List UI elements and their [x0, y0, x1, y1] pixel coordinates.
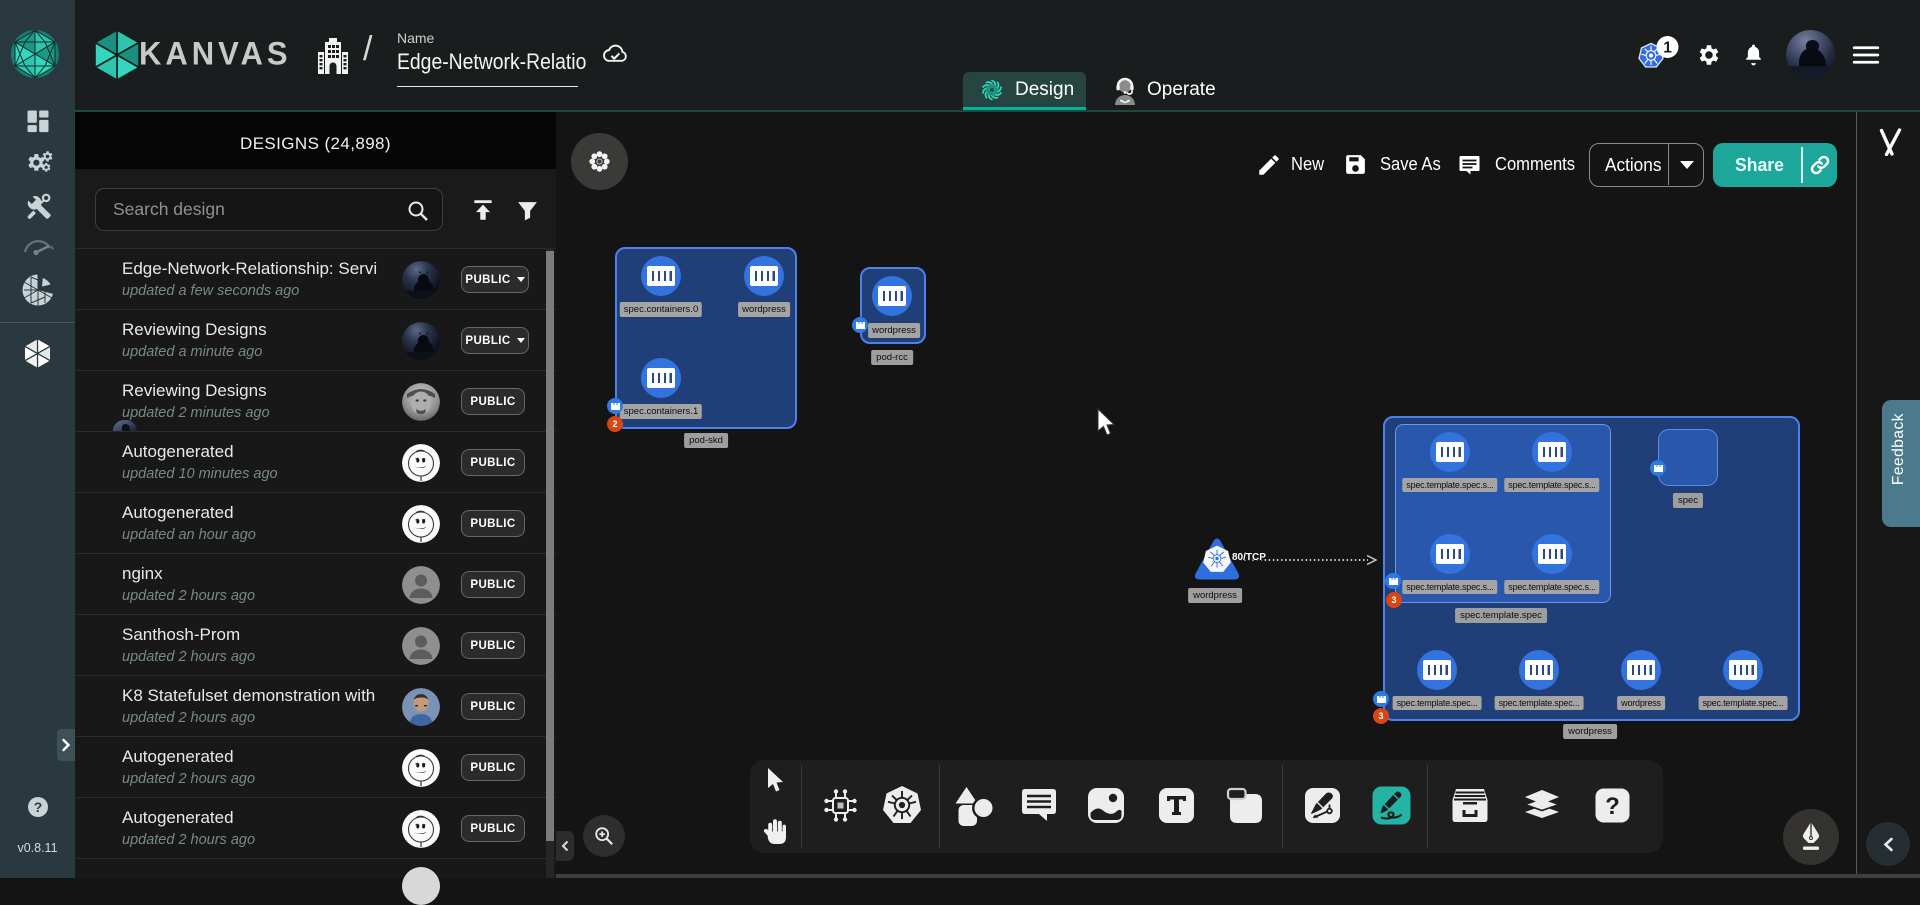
svg-text:1: 1: [1663, 40, 1672, 57]
svg-text:?: ?: [1605, 793, 1620, 820]
svg-text:?: ?: [34, 799, 43, 815]
